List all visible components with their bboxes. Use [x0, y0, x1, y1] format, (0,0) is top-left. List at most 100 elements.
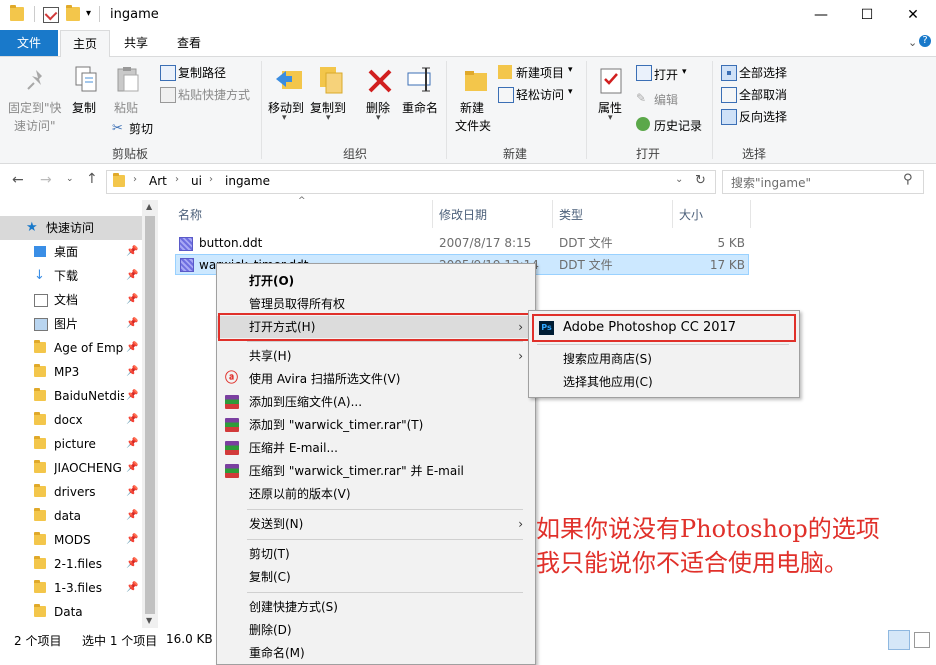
nav-item-label: MP3 [54, 365, 80, 379]
nav-item-folder[interactable]: MP3 📌 [0, 360, 142, 384]
menu-item-cut[interactable]: 剪切(T) [217, 543, 533, 565]
refresh-icon[interactable]: ↻ [695, 173, 706, 188]
search-box[interactable]: 搜索"ingame" ⚲ [722, 170, 924, 194]
table-row[interactable]: button.ddt 2007/8/17 8:15 DDT 文件 5 KB [175, 233, 749, 254]
nav-scrollbar-thumb[interactable] [145, 216, 155, 614]
nav-item-desktop[interactable]: 桌面 📌 [0, 240, 142, 264]
details-view-icon[interactable] [888, 630, 910, 650]
open-button[interactable]: 打开 [654, 66, 678, 83]
new-folder-quick-icon[interactable] [66, 5, 80, 21]
select-none-button[interactable]: 全部取消 [739, 86, 787, 103]
expand-ribbon-icon[interactable]: ⌄ [908, 36, 917, 49]
nav-item-folder[interactable]: 2-1.files 📌 [0, 552, 142, 576]
customize-quick-access-icon[interactable]: ▾ [86, 8, 96, 22]
nav-quick-access[interactable]: ★ 快速访问 [0, 216, 142, 240]
copy-icon [72, 65, 100, 93]
tab-file[interactable]: 文件 [0, 30, 58, 56]
menu-item-compress-email[interactable]: 压缩并 E-mail... [217, 437, 533, 459]
menu-item-share[interactable]: 共享(H) › [217, 345, 533, 367]
new-item-button[interactable]: 新建项目 [516, 64, 564, 81]
nav-item-folder[interactable]: picture 📌 [0, 432, 142, 456]
open-dropdown-icon[interactable]: ▾ [682, 67, 687, 77]
edit-button[interactable]: 编辑 [654, 91, 678, 108]
rename-button[interactable]: 重命名 [402, 99, 438, 116]
easy-access-button[interactable]: 轻松访问 [516, 86, 564, 103]
menu-item-search-store[interactable]: 搜索应用商店(S) [529, 348, 791, 370]
menu-item-copy[interactable]: 复制(C) [217, 566, 533, 588]
copy-path-button[interactable]: 复制路径 [178, 64, 226, 81]
nav-item-documents[interactable]: 文档 📌 [0, 288, 142, 312]
column-separator[interactable] [750, 200, 751, 228]
nav-item-folder[interactable]: drivers 📌 [0, 480, 142, 504]
breadcrumb-ingame[interactable]: ingame [225, 174, 270, 188]
pin-quick-access-button[interactable]: 固定到"快 [8, 99, 62, 116]
breadcrumb-ui[interactable]: ui [191, 174, 202, 188]
address-bar[interactable]: › Art › ui › ingame ⌄ ↻ [106, 170, 716, 194]
nav-item-folder[interactable]: JIAOCHENG 📌 [0, 456, 142, 480]
column-separator[interactable] [432, 200, 433, 228]
menu-item-create-shortcut[interactable]: 创建快捷方式(S) [217, 596, 533, 618]
search-input[interactable]: 搜索"ingame" [731, 174, 811, 191]
history-button[interactable]: 历史记录 [654, 117, 702, 134]
column-size[interactable]: 大小 [679, 206, 703, 223]
properties-quick-icon[interactable] [43, 7, 59, 23]
delete-dropdown-icon[interactable]: ▾ [376, 113, 381, 123]
move-to-dropdown-icon[interactable]: ▾ [282, 113, 287, 123]
nav-item-downloads[interactable]: ↓ 下载 📌 [0, 264, 142, 288]
copy-button[interactable]: 复制 [72, 99, 96, 116]
ribbon: 固定到"快 速访问" 复制 粘贴 复制路径 粘贴快捷方式 ✂ 剪切 剪贴板 移动… [0, 57, 936, 164]
minimize-button[interactable]: — [798, 0, 844, 30]
breadcrumb-art[interactable]: Art [149, 174, 167, 188]
tab-view[interactable]: 查看 [165, 30, 213, 56]
nav-item-folder[interactable]: data 📌 [0, 504, 142, 528]
nav-item-pictures[interactable]: 图片 📌 [0, 312, 142, 336]
easy-access-dropdown-icon[interactable]: ▾ [568, 87, 573, 97]
nav-item-folder[interactable]: docx 📌 [0, 408, 142, 432]
nav-item-folder[interactable]: BaiduNetdis 📌 [0, 384, 142, 408]
back-icon[interactable]: ← [12, 172, 24, 188]
invert-selection-button[interactable]: 反向选择 [739, 108, 787, 125]
nav-item-folder[interactable]: MODS 📌 [0, 528, 142, 552]
column-separator[interactable] [552, 200, 553, 228]
recent-locations-icon[interactable]: ⌄ [66, 174, 74, 184]
column-date[interactable]: 修改日期 [439, 206, 487, 223]
forward-icon[interactable]: → [40, 172, 52, 188]
menu-item-take-ownership[interactable]: 管理员取得所有权 [217, 293, 533, 315]
scroll-down-icon[interactable]: ▼ [146, 616, 152, 625]
menu-item-rename[interactable]: 重命名(M) [217, 642, 533, 664]
menu-item-compress-rar-email[interactable]: 压缩到 "warwick_timer.rar" 并 E-mail [217, 460, 533, 482]
address-dropdown-icon[interactable]: ⌄ [675, 174, 683, 185]
menu-item-choose-other-app[interactable]: 选择其他应用(C) [529, 371, 791, 393]
large-icons-view-icon[interactable] [914, 632, 930, 648]
menu-item-open[interactable]: 打开(O) [217, 270, 533, 292]
properties-dropdown-icon[interactable]: ▾ [608, 113, 613, 123]
search-icon[interactable]: ⚲ [903, 172, 913, 187]
column-separator[interactable] [672, 200, 673, 228]
paste-button[interactable]: 粘贴 [114, 99, 138, 116]
menu-item-avira[interactable]: ⓐ 使用 Avira 扫描所选文件(V) [217, 368, 533, 390]
up-icon[interactable]: ↑ [86, 171, 98, 187]
nav-item-folder[interactable]: Data [0, 600, 142, 624]
tab-share[interactable]: 共享 [112, 30, 160, 56]
new-folder-button[interactable]: 新建 [460, 99, 484, 116]
help-icon[interactable]: ? [919, 35, 931, 47]
menu-item-send-to[interactable]: 发送到(N) › [217, 513, 533, 535]
copy-to-dropdown-icon[interactable]: ▾ [326, 113, 331, 123]
paste-shortcut-button[interactable]: 粘贴快捷方式 [178, 86, 250, 103]
column-type[interactable]: 类型 [559, 206, 583, 223]
menu-item-add-rar[interactable]: 添加到 "warwick_timer.rar"(T) [217, 414, 533, 436]
folder-icon [34, 556, 46, 569]
menu-item-add-archive[interactable]: 添加到压缩文件(A)... [217, 391, 533, 413]
cut-button[interactable]: 剪切 [129, 120, 153, 137]
column-name[interactable]: 名称 [178, 206, 202, 223]
close-button[interactable]: ✕ [890, 0, 936, 30]
select-all-button[interactable]: 全部选择 [739, 64, 787, 81]
nav-item-folder[interactable]: 1-3.files 📌 [0, 576, 142, 600]
nav-item-folder[interactable]: Age of Emp 📌 [0, 336, 142, 360]
new-item-dropdown-icon[interactable]: ▾ [568, 65, 573, 75]
maximize-button[interactable]: ☐ [844, 0, 890, 30]
scroll-up-icon[interactable]: ▲ [146, 202, 152, 211]
menu-item-restore-versions[interactable]: 还原以前的版本(V) [217, 483, 533, 505]
tab-home[interactable]: 主页 [60, 30, 110, 57]
menu-item-delete[interactable]: 删除(D) [217, 619, 533, 641]
